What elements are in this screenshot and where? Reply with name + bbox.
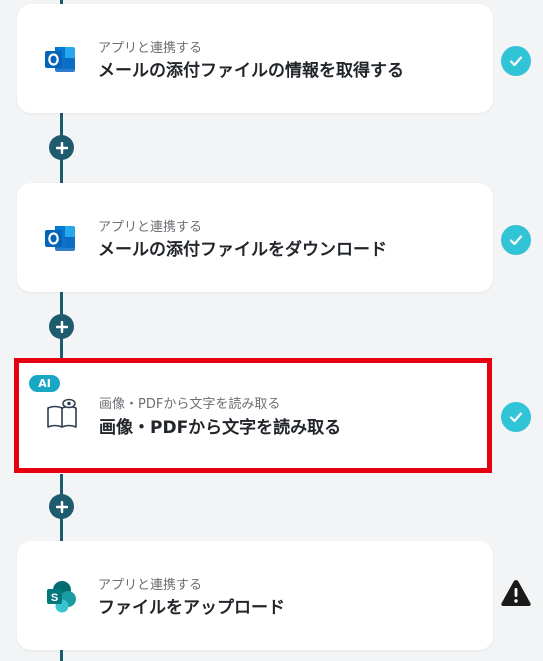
step-subtitle: アプリと連携する (98, 41, 203, 56)
ai-badge: AI (29, 375, 60, 392)
outlook-icon (42, 220, 78, 256)
flow-connector (60, 650, 63, 661)
check-icon (509, 235, 523, 246)
step-subtitle: アプリと連携する (98, 220, 203, 235)
step-subtitle: アプリと連携する (98, 578, 203, 593)
flow-step-card[interactable]: アプリと連携する メールの添付ファイルをダウンロード (17, 183, 493, 292)
step-title: 画像・PDFから文字を読み取る (99, 418, 342, 438)
flow-canvas: アプリと連携する メールの添付ファイルの情報を取得する アプリと連携する メール… (0, 0, 543, 661)
step-subtitle: 画像・PDFから文字を読み取る (99, 397, 281, 412)
check-icon (509, 56, 523, 67)
warning-icon[interactable] (500, 578, 532, 608)
step-complete-badge (501, 402, 531, 432)
check-icon (509, 412, 523, 423)
flow-step-card[interactable]: S アプリと連携する ファイルをアップロード (17, 541, 493, 650)
step-complete-badge (501, 46, 531, 76)
add-step-button[interactable] (49, 494, 74, 519)
step-title: ファイルをアップロード (98, 598, 285, 618)
plus-icon (55, 500, 68, 513)
outlook-icon (42, 41, 78, 77)
svg-text:S: S (51, 592, 58, 604)
flow-step-card-highlighted[interactable]: AI 画像・PDFから文字を読み取る 画像・PDFから文字を読み取る (14, 358, 492, 473)
step-complete-badge (501, 225, 531, 255)
ocr-book-eye-icon (44, 396, 80, 432)
plus-icon (55, 320, 68, 333)
step-title: メールの添付ファイルの情報を取得する (98, 61, 404, 81)
plus-icon (55, 141, 68, 154)
flow-step-card[interactable]: アプリと連携する メールの添付ファイルの情報を取得する (17, 4, 493, 113)
add-step-button[interactable] (49, 135, 74, 160)
sharepoint-icon: S (42, 578, 78, 614)
add-step-button[interactable] (49, 314, 74, 339)
step-title: メールの添付ファイルをダウンロード (98, 240, 387, 260)
